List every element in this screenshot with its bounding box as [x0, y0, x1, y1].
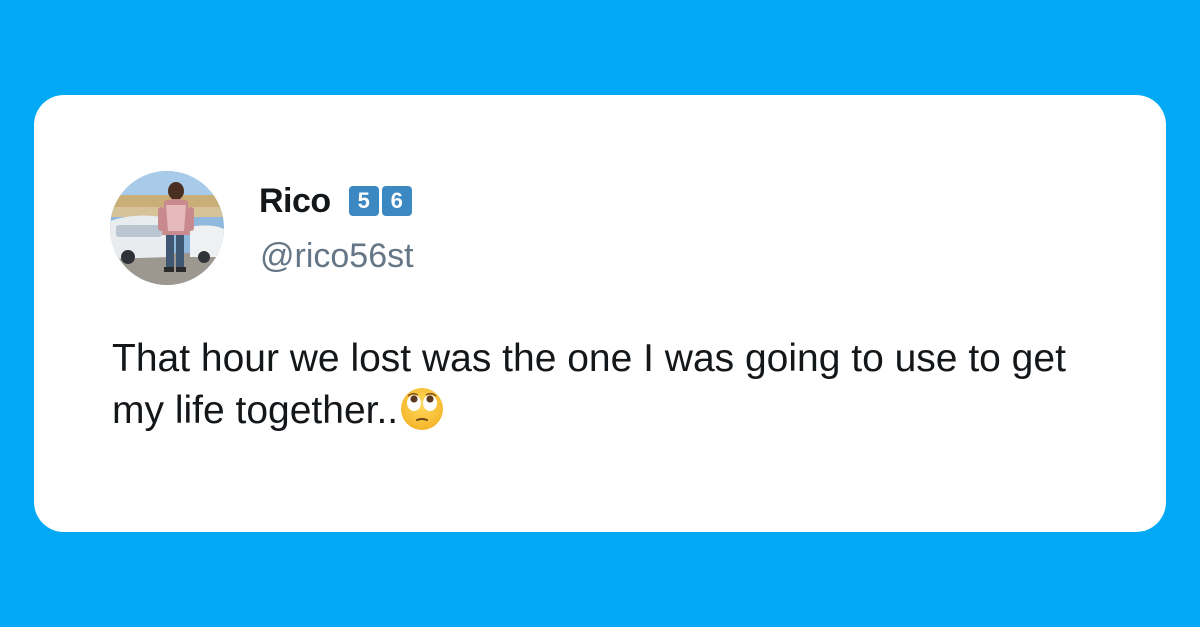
author-row: Rico 5 6	[259, 181, 412, 221]
tweet-card: Rico 5 6 @rico56st That hour we lost was…	[34, 95, 1166, 532]
avatar-photo	[110, 171, 224, 285]
author-name[interactable]: Rico	[259, 182, 331, 221]
author-handle[interactable]: @rico56st	[260, 237, 414, 276]
face-with-rolling-eyes-icon	[400, 387, 444, 445]
avatar[interactable]	[110, 171, 224, 285]
tweet-body: That hour we lost was the one I was goin…	[112, 333, 1112, 445]
keycap-five-icon: 5	[348, 186, 379, 216]
tweet-text: That hour we lost was the one I was goin…	[112, 337, 1066, 432]
keycap-six-icon: 6	[381, 186, 412, 216]
author-badges: 5 6	[348, 186, 412, 216]
